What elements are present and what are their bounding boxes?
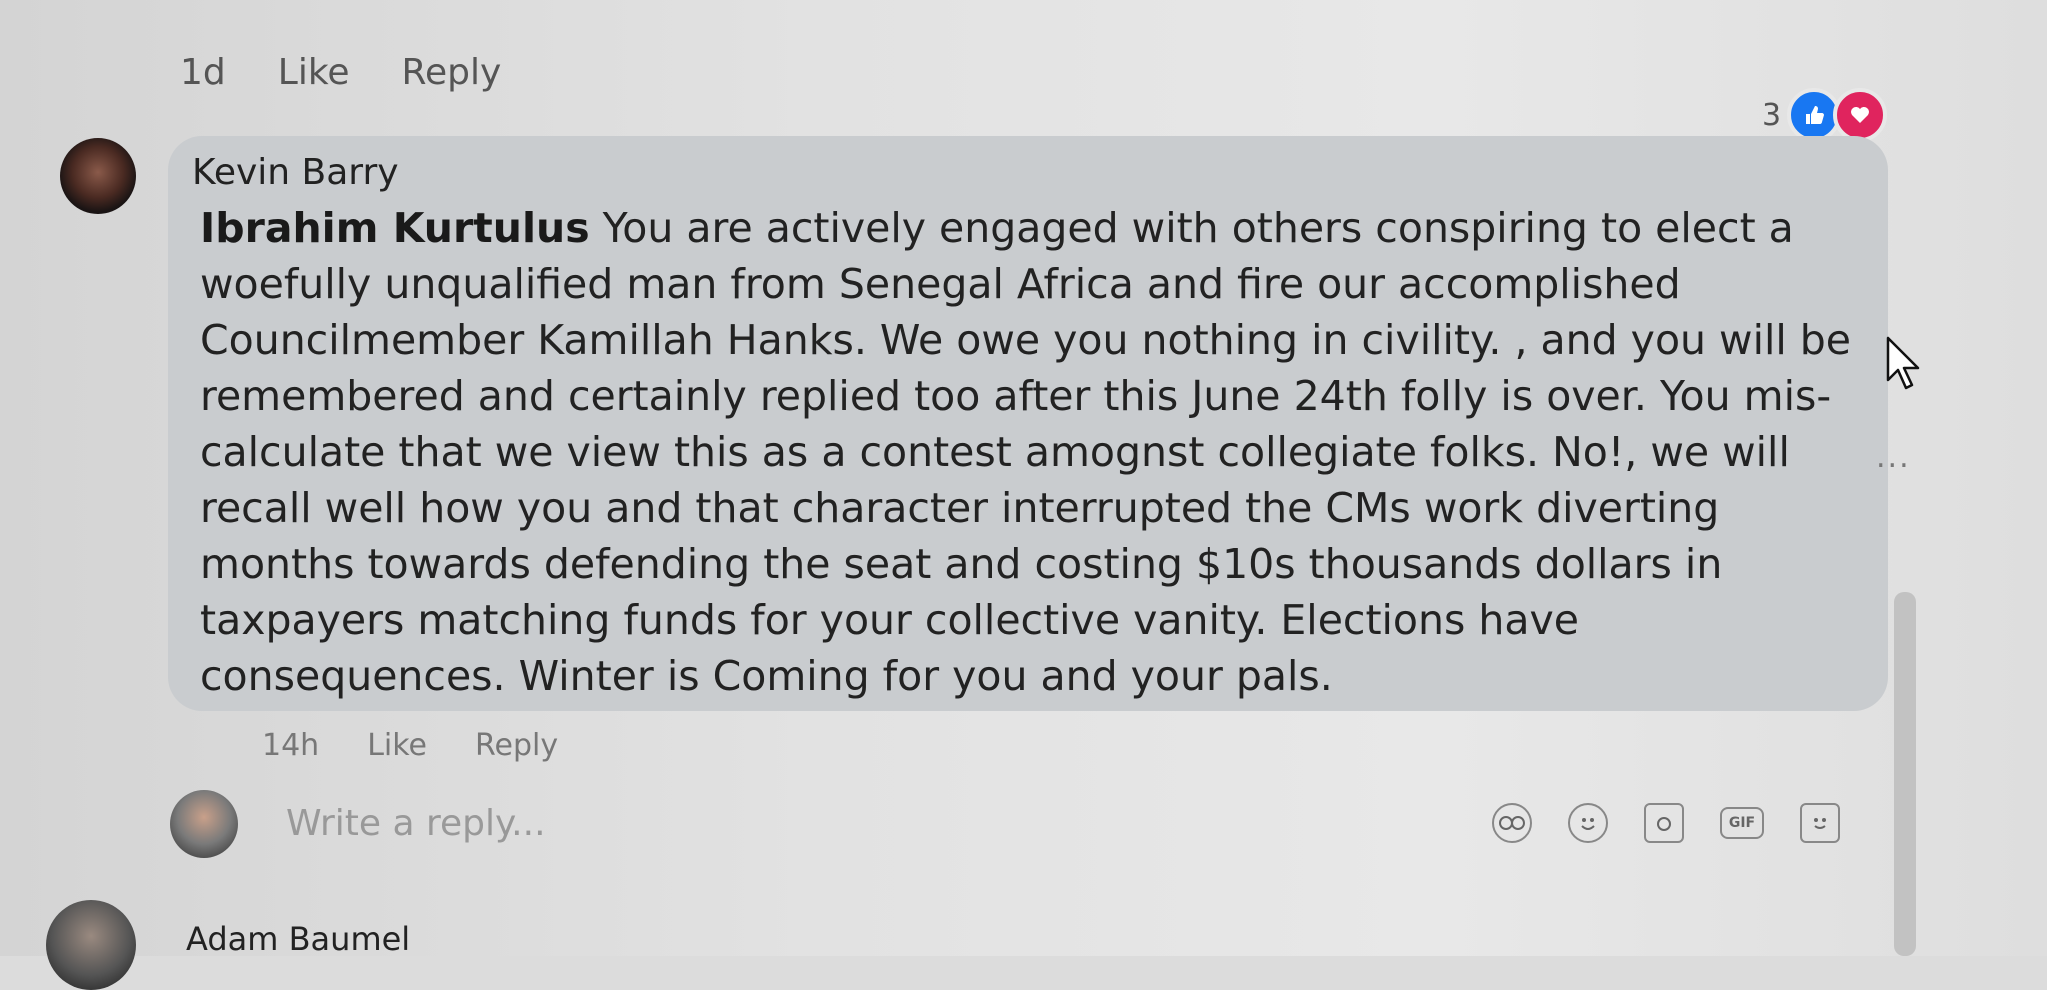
scrollbar[interactable]	[1894, 592, 1916, 956]
parent-comment-actions: 1d Like Reply	[180, 52, 501, 93]
reaction-count: 3	[1762, 97, 1782, 133]
reply-tools: GIF	[1492, 803, 1840, 843]
sticker-icon[interactable]	[1800, 803, 1840, 843]
comment-time[interactable]: 14h	[262, 728, 319, 763]
reply-input[interactable]	[260, 802, 1492, 844]
next-commenter-avatar[interactable]	[46, 900, 136, 990]
screen: 1d Like Reply 3 Kevin Barry Ibrahim Kurt…	[0, 0, 2047, 990]
commenter-avatar[interactable]	[60, 138, 136, 214]
more-options-icon[interactable]: ...	[1876, 440, 1911, 475]
mouse-cursor-icon	[1884, 336, 1924, 392]
next-comment-author-name[interactable]: Adam Baumel	[186, 920, 410, 958]
comment-actions: 14h Like Reply	[262, 728, 558, 763]
comment-author-name[interactable]: Kevin Barry	[192, 152, 399, 193]
camera-icon[interactable]	[1644, 803, 1684, 843]
comment-like-button[interactable]: Like	[367, 728, 427, 763]
parent-like-button[interactable]: Like	[278, 52, 350, 93]
parent-reply-button[interactable]: Reply	[402, 52, 502, 93]
comment-text: Ibrahim Kurtulus You are actively engage…	[200, 200, 1860, 704]
avatar-sticker-icon[interactable]	[1492, 803, 1532, 843]
mention-link[interactable]: Ibrahim Kurtulus	[200, 204, 590, 252]
parent-comment-time[interactable]: 1d	[180, 52, 226, 93]
reply-box: GIF	[260, 792, 1840, 854]
reaction-summary[interactable]: 3	[1762, 88, 1888, 142]
comment-body-text: You are actively engaged with others con…	[200, 204, 1852, 700]
current-user-avatar[interactable]	[170, 790, 238, 858]
emoji-icon[interactable]	[1568, 803, 1608, 843]
gif-icon[interactable]: GIF	[1720, 807, 1764, 839]
comment-reply-button[interactable]: Reply	[475, 728, 558, 763]
love-icon	[1833, 88, 1888, 142]
